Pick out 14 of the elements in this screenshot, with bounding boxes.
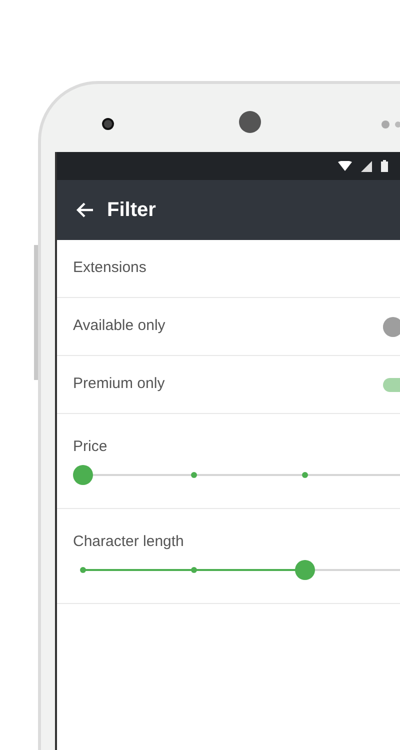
camera-icon (102, 118, 114, 130)
wifi-icon (338, 160, 352, 172)
screen-title: Filter (107, 198, 156, 223)
slider-label: Price (73, 437, 108, 457)
speaker-icon (239, 111, 261, 133)
option-label: Available only (73, 316, 166, 336)
slider[interactable] (73, 464, 400, 484)
signal-icon (361, 160, 372, 172)
sensor-icon (381, 120, 400, 129)
slider-label: Character length (73, 532, 185, 552)
back-icon[interactable] (76, 202, 94, 218)
battery-icon (381, 160, 388, 172)
section-label: Extensions (73, 258, 146, 278)
option-label: Premium only (73, 374, 165, 394)
